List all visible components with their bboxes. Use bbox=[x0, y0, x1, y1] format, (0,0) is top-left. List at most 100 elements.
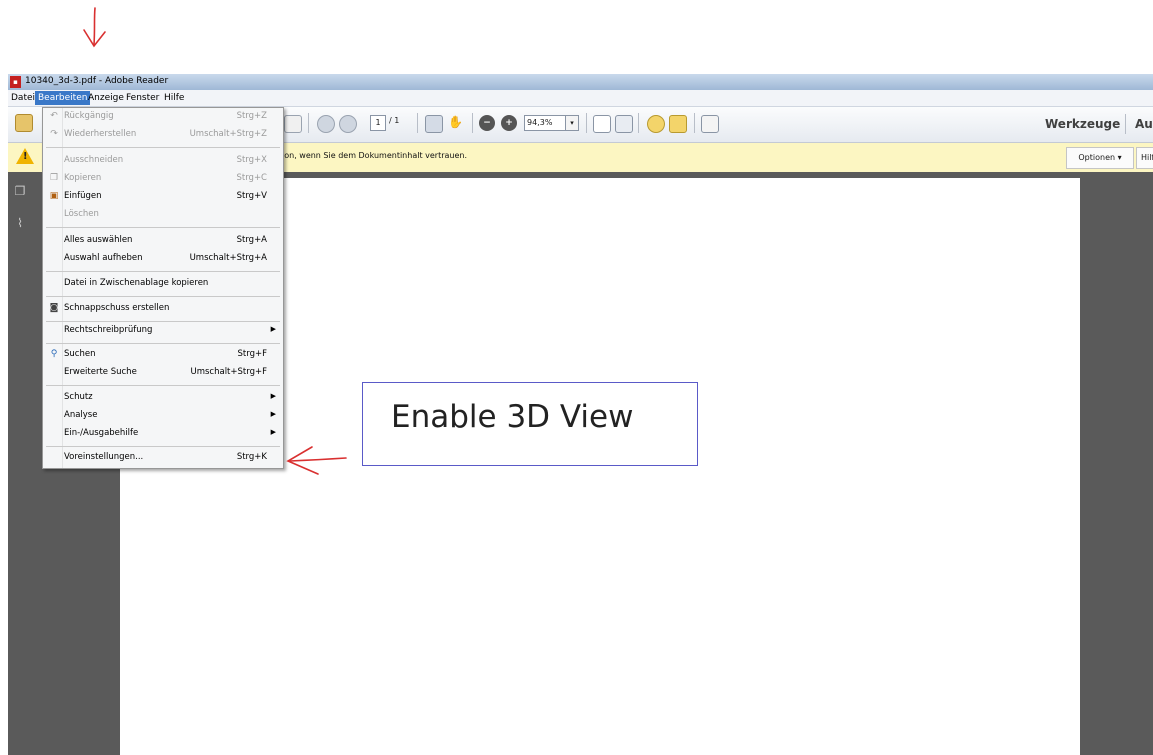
enable-3d-view-text: Enable 3D View bbox=[391, 399, 634, 435]
menu-separator bbox=[46, 271, 280, 272]
menu-item-accessibility[interactable]: Ein-/Ausgabehilfe ▶ bbox=[43, 425, 283, 443]
werkzeuge-button[interactable]: Werkzeuge bbox=[1045, 117, 1120, 131]
options-button[interactable]: Optionen ▾ bbox=[1066, 147, 1134, 169]
fit-page-icon[interactable] bbox=[593, 115, 611, 133]
menu-item-label: Kopieren bbox=[64, 173, 102, 183]
menu-separator bbox=[46, 385, 280, 386]
navigation-panel: ❐ ⌇ bbox=[8, 172, 45, 755]
menu-bearbeiten[interactable]: Bearbeiten bbox=[35, 91, 91, 105]
menu-item-label: Analyse bbox=[64, 410, 98, 420]
menu-item-copy-file[interactable]: Datei in Zwischenablage kopieren bbox=[43, 275, 283, 293]
menu-item-shortcut: Umschalt+Strg+A bbox=[189, 253, 267, 263]
menu-separator bbox=[46, 296, 280, 297]
menu-item-shortcut: Strg+A bbox=[236, 235, 267, 245]
menu-fenster[interactable]: Fenster bbox=[123, 91, 162, 105]
page-total: / 1 bbox=[389, 116, 400, 125]
menu-item-shortcut: Strg+C bbox=[236, 173, 267, 183]
menu-item-label: Ausschneiden bbox=[64, 155, 124, 165]
menu-item-search[interactable]: ⚲ Suchen Strg+F bbox=[43, 346, 283, 364]
menu-separator bbox=[46, 446, 280, 447]
menu-item-shortcut: Strg+F bbox=[237, 349, 267, 359]
paste-icon: ▣ bbox=[49, 191, 59, 201]
zoom-dropdown[interactable]: ▾ bbox=[565, 115, 579, 131]
zoom-in-icon[interactable]: + bbox=[501, 115, 517, 131]
page-number-input[interactable]: 1 bbox=[370, 115, 386, 131]
menu-item-label: Rechtschreibprüfung bbox=[64, 325, 153, 335]
menu-item-protection[interactable]: Schutz ▶ bbox=[43, 389, 283, 407]
menu-separator bbox=[46, 343, 280, 344]
open-folder-icon[interactable] bbox=[15, 114, 33, 132]
zoom-out-icon[interactable]: − bbox=[479, 115, 495, 131]
email-icon[interactable] bbox=[284, 115, 302, 133]
menu-item-cut[interactable]: Ausschneiden Strg+X bbox=[43, 152, 283, 170]
warning-mark: ! bbox=[23, 151, 28, 162]
menu-item-label: Suchen bbox=[64, 349, 96, 359]
hand-tool-icon[interactable]: ✋ bbox=[448, 115, 464, 131]
menu-item-analysis[interactable]: Analyse ▶ bbox=[43, 407, 283, 425]
comment-icon[interactable] bbox=[647, 115, 665, 133]
menu-item-shortcut: Umschalt+Strg+F bbox=[190, 367, 268, 377]
menu-item-label: Auswahl aufheben bbox=[64, 253, 143, 263]
menu-item-paste[interactable]: ▣ Einfügen Strg+V bbox=[43, 188, 283, 206]
menu-item-label: Wiederherstellen bbox=[64, 129, 137, 139]
expand-icon[interactable] bbox=[701, 115, 719, 133]
submenu-arrow-icon: ▶ bbox=[270, 392, 276, 400]
undo-icon: ↶ bbox=[50, 111, 58, 121]
toolbar-separator bbox=[417, 113, 418, 133]
toolbar-separator bbox=[694, 113, 695, 133]
menu-item-delete[interactable]: Löschen bbox=[43, 206, 283, 224]
copy-icon: ❐ bbox=[49, 173, 59, 183]
submenu-arrow-icon: ▶ bbox=[270, 410, 276, 418]
menu-item-label: Schutz bbox=[64, 392, 93, 402]
menu-item-snapshot[interactable]: ◙ Schnappschuss erstellen bbox=[43, 300, 283, 318]
menu-item-advanced-search[interactable]: Erweiterte Suche Umschalt+Strg+F bbox=[43, 364, 283, 382]
zoom-level-input[interactable]: 94,3% bbox=[524, 115, 566, 131]
menu-datei[interactable]: Datei bbox=[8, 91, 38, 105]
message-text: ion, wenn Sie dem Dokumentinhalt vertrau… bbox=[282, 151, 468, 160]
help-button[interactable]: Hilfe bbox=[1136, 147, 1153, 169]
pdf-icon: ▪ bbox=[10, 76, 21, 88]
menu-item-label: Einfügen bbox=[64, 191, 102, 201]
menu-item-shortcut: Strg+V bbox=[236, 191, 267, 201]
full-screen-icon[interactable] bbox=[615, 115, 633, 133]
menu-item-label: Alles auswählen bbox=[64, 235, 133, 245]
menu-item-shortcut: Umschalt+Strg+Z bbox=[189, 129, 267, 139]
pages-icon[interactable]: ❐ bbox=[13, 184, 27, 200]
toolbar-separator bbox=[308, 113, 309, 133]
menu-item-preferences[interactable]: Voreinstellungen... Strg+K bbox=[43, 449, 283, 467]
truncated-toolbar-button[interactable]: Au bbox=[1135, 117, 1153, 131]
edit-menu-dropdown: ↶ Rückgängig Strg+Z ↷ Wiederherstellen U… bbox=[42, 107, 284, 469]
window-title: 10340_3d-3.pdf - Adobe Reader bbox=[25, 76, 169, 86]
menu-item-redo[interactable]: ↷ Wiederherstellen Umschalt+Strg+Z bbox=[43, 126, 283, 144]
toolbar-separator bbox=[638, 113, 639, 133]
menu-separator bbox=[46, 227, 280, 228]
menu-item-label: Ein-/Ausgabehilfe bbox=[64, 428, 139, 438]
menu-item-shortcut: Strg+K bbox=[236, 452, 267, 462]
menu-item-label: Rückgängig bbox=[64, 111, 114, 121]
menu-item-shortcut: Strg+Z bbox=[236, 111, 267, 121]
window-title-bar: ▪ 10340_3d-3.pdf - Adobe Reader bbox=[8, 74, 1153, 90]
next-page-icon[interactable] bbox=[339, 115, 357, 133]
menu-item-spellcheck[interactable]: Rechtschreibprüfung ▶ bbox=[43, 322, 283, 340]
menu-item-deselect[interactable]: Auswahl aufheben Umschalt+Strg+A bbox=[43, 250, 283, 268]
search-icon: ⚲ bbox=[50, 349, 58, 359]
attachment-icon[interactable]: ⌇ bbox=[13, 216, 27, 232]
select-tool-icon[interactable] bbox=[425, 115, 443, 133]
toolbar-separator bbox=[1125, 114, 1126, 134]
menu-hilfe[interactable]: Hilfe bbox=[161, 91, 187, 105]
menu-item-copy[interactable]: ❐ Kopieren Strg+C bbox=[43, 170, 283, 188]
menu-bar: Datei Bearbeiten Anzeige Fenster Hilfe bbox=[8, 90, 1153, 107]
menu-item-label: Datei in Zwischenablage kopieren bbox=[64, 278, 209, 288]
menu-item-select-all[interactable]: Alles auswählen Strg+A bbox=[43, 232, 283, 250]
redo-icon: ↷ bbox=[50, 129, 58, 139]
toolbar-separator bbox=[586, 113, 587, 133]
highlight-icon[interactable] bbox=[669, 115, 687, 133]
menu-item-label: Löschen bbox=[64, 209, 99, 219]
menu-item-undo[interactable]: ↶ Rückgängig Strg+Z bbox=[43, 108, 283, 126]
down-arrow-annotation bbox=[83, 7, 106, 48]
toolbar-separator bbox=[472, 113, 473, 133]
previous-page-icon[interactable] bbox=[317, 115, 335, 133]
enable-3d-view-box[interactable]: Enable 3D View bbox=[362, 382, 698, 466]
menu-item-shortcut: Strg+X bbox=[236, 155, 267, 165]
menu-anzeige[interactable]: Anzeige bbox=[85, 91, 127, 105]
